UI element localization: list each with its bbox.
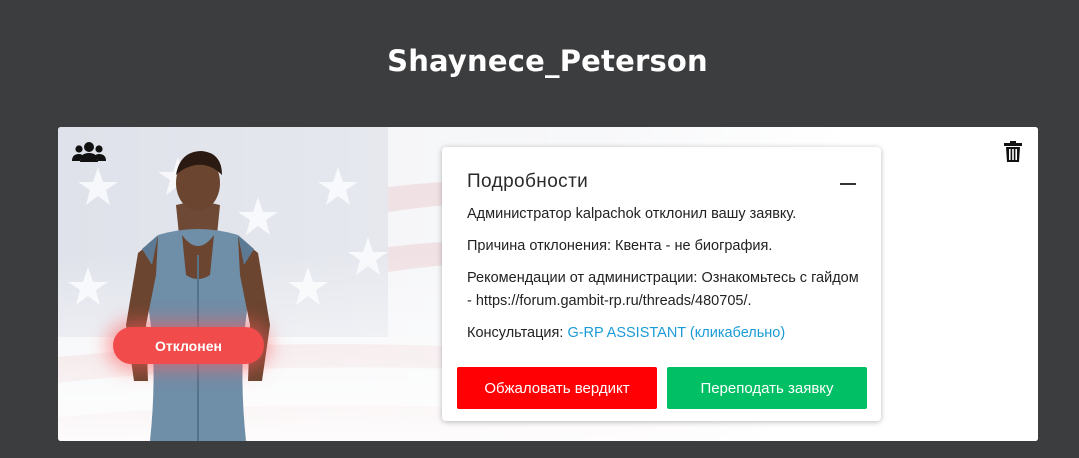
admin-line: Администратор kalpachok отклонил вашу за… xyxy=(467,206,797,222)
trash-icon[interactable] xyxy=(1004,141,1022,162)
assistant-link[interactable]: G-RP ASSISTANT (кликабельно) xyxy=(567,325,785,341)
recommendation-line: Рекомендации от администрации: Ознакомьт… xyxy=(467,270,859,309)
reason-line: Причина отклонения: Квента - не биографи… xyxy=(467,238,773,254)
details-panel: Подробности Администратор kalpachok откл… xyxy=(442,147,881,421)
details-body: Администратор kalpachok отклонил вашу за… xyxy=(467,203,867,354)
character-skin-image xyxy=(126,151,270,441)
minus-icon[interactable] xyxy=(840,183,856,185)
resubmit-application-button[interactable]: Переподать заявку xyxy=(667,367,867,409)
application-card: Отклонен Подробности Администратор kalpa… xyxy=(58,127,1038,441)
consultation-label: Консультация: xyxy=(467,325,568,341)
details-title: Подробности xyxy=(467,171,589,192)
users-group-icon[interactable] xyxy=(72,141,106,163)
appeal-verdict-button[interactable]: Обжаловать вердикт xyxy=(457,367,657,409)
consultation-line: Консультация: G-RP ASSISTANT (кликабельн… xyxy=(467,322,867,345)
page-title: Shaynece_Peterson xyxy=(387,44,708,78)
application-page: Shaynece_Peterson Отклонен Подробности А… xyxy=(0,0,1079,458)
status-badge: Отклонен xyxy=(113,327,264,364)
